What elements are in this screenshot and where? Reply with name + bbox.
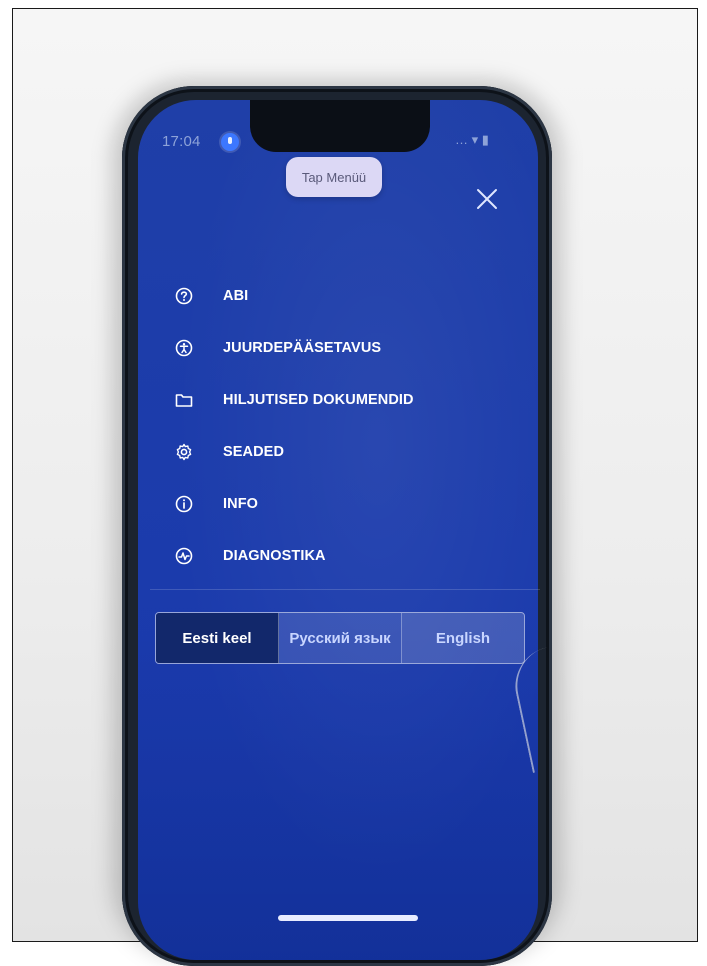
language-button-russian[interactable]: Русский язык <box>279 613 402 663</box>
language-button-estonian[interactable]: Eesti keel <box>156 613 279 663</box>
accessibility-icon <box>173 337 195 359</box>
status-time: 17:04 <box>162 133 201 150</box>
menu-item-label: HILJUTISED DOKUMENDID <box>223 392 414 408</box>
menu-item-label: INFO <box>223 496 259 512</box>
home-indicator[interactable] <box>278 915 418 921</box>
menu-item-seaded[interactable]: SEADED <box>165 426 505 478</box>
close-button[interactable] <box>470 182 504 216</box>
diagnostics-icon <box>173 545 195 567</box>
language-button-english[interactable]: English <box>402 613 524 663</box>
info-icon <box>173 493 195 515</box>
menu-item-hiljutised-dokumendid[interactable]: HILJUTISED DOKUMENDID <box>165 374 505 426</box>
menu-item-label: JUURDEPÄÄSETAVUS <box>223 340 382 356</box>
menu-item-label: SEADED <box>223 444 285 460</box>
microphone-icon <box>221 133 239 151</box>
folder-icon <box>173 389 195 411</box>
close-icon <box>477 189 497 209</box>
menu-item-abi[interactable]: ABI <box>165 270 505 322</box>
help-icon <box>173 285 195 307</box>
menu-divider <box>150 589 540 590</box>
menu-item-juurdepaasetavus[interactable]: JUURDEPÄÄSETAVUS <box>165 322 505 374</box>
menu-item-label: DIAGNOSTIKA <box>223 548 326 564</box>
tap-menu-badge[interactable]: Tap Menüü <box>286 157 382 197</box>
phone-notch <box>250 100 430 152</box>
side-menu: ABI JUURDEPÄÄSETAVUS HILJUTISED DOKUMEND… <box>165 270 505 582</box>
menu-item-diagnostika[interactable]: DIAGNOSTIKA <box>165 530 505 582</box>
menu-item-label: ABI <box>223 288 249 304</box>
language-selector: Eesti keel Русский язык English <box>155 612 525 664</box>
menu-item-info[interactable]: INFO <box>165 478 505 530</box>
gear-icon <box>173 441 195 463</box>
status-icons: … ▾ ▮ <box>455 132 489 147</box>
